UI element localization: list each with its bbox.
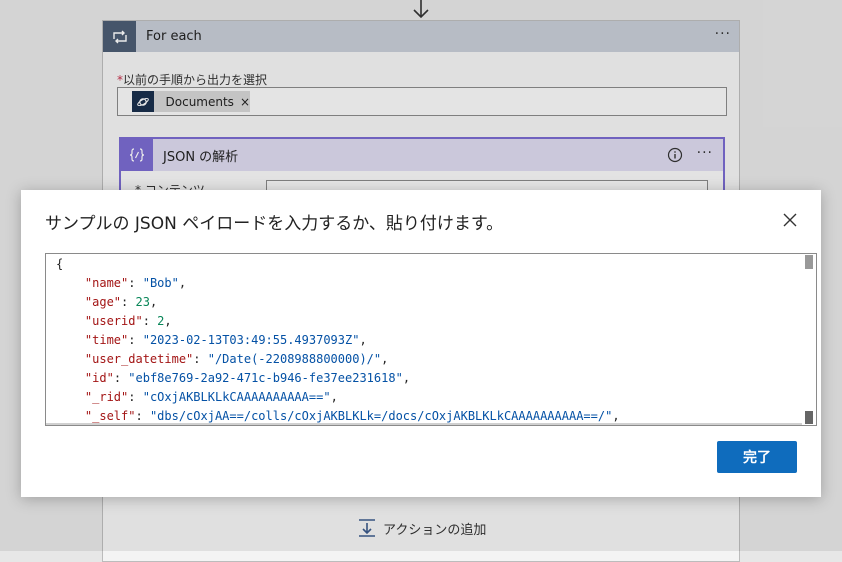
json-key: "time" — [84, 333, 129, 347]
select-output-label: *以前の手順から出力を選択 — [117, 71, 267, 88]
done-button[interactable]: 完了 — [717, 441, 797, 473]
parse-json-title: JSON の解析 — [163, 149, 239, 165]
token-label: Documents — [165, 94, 234, 109]
json-value: 23 — [135, 295, 150, 309]
json-key: "id" — [84, 371, 114, 385]
json-key: "user_datetime" — [84, 352, 194, 366]
add-action-icon — [359, 519, 375, 537]
foreach-header[interactable]: For each ··· — [103, 21, 739, 52]
json-key: "userid" — [84, 314, 143, 328]
foreach-title: For each — [146, 29, 202, 44]
info-icon[interactable] — [667, 147, 683, 163]
scroll-thumb[interactable] — [805, 411, 813, 424]
code-line: "user_datetime": "/Date(-2208988800000)/… — [84, 352, 389, 366]
select-output-field[interactable]: Documents × — [117, 87, 727, 116]
code-line: "name": "Bob", — [84, 276, 187, 290]
arrow-down-icon — [413, 0, 429, 19]
parse-json-header[interactable]: JSON の解析 ··· — [121, 139, 723, 171]
add-action-label: アクションの追加 — [383, 522, 487, 538]
json-value: "dbs/cOxjAA==/colls/cOxjAKBLKLk=/docs/cO… — [149, 409, 613, 423]
brace: { — [56, 257, 64, 271]
scroll-up-arrow[interactable] — [805, 255, 813, 269]
json-key: "age" — [84, 295, 122, 309]
code-line: "id": "ebf8e769-2a92-471c-b946-fe37ee231… — [84, 371, 411, 385]
close-icon[interactable] — [783, 213, 797, 227]
code-line: "_rid": "cOxjAKBLKLkCAAAAAAAAAA==", — [84, 390, 338, 404]
loop-icon — [103, 21, 136, 52]
code-line: "userid": 2, — [84, 314, 172, 328]
foreach-more-button[interactable]: ··· — [715, 26, 731, 42]
json-editor[interactable]: { "name": "Bob", "age": 23, "userid": 2,… — [45, 253, 817, 426]
json-key: "_rid" — [84, 390, 129, 404]
json-value: "ebf8e769-2a92-471c-b946-fe37ee231618" — [128, 371, 403, 385]
dialog-title: サンプルの JSON ペイロードを入力するか、貼り付けます。 — [45, 214, 504, 234]
cosmos-db-icon — [132, 91, 154, 112]
code-line: { — [56, 255, 806, 274]
editor-scrollbar[interactable] — [802, 254, 816, 425]
select-output-label-text: 以前の手順から出力を選択 — [123, 73, 268, 87]
json-value: "2023-02-13T03:49:55.4937093Z" — [142, 333, 360, 347]
add-action-button[interactable]: アクションの追加 — [357, 518, 486, 538]
json-value: 2 — [157, 314, 165, 328]
token-remove-icon[interactable]: × — [240, 95, 250, 109]
documents-token[interactable]: Documents × — [132, 91, 250, 112]
code-line: "time": "2023-02-13T03:49:55.4937093Z", — [84, 333, 367, 347]
json-value: "cOxjAKBLKLkCAAAAAAAAAA==" — [142, 390, 331, 404]
json-key: "name" — [84, 276, 129, 290]
json-key: "_self" — [84, 409, 136, 423]
json-value: "/Date(-2208988800000)/" — [207, 352, 382, 366]
sample-json-dialog: サンプルの JSON ペイロードを入力するか、貼り付けます。 { "name":… — [21, 190, 821, 497]
json-icon — [121, 139, 153, 171]
json-value: "Bob" — [142, 276, 179, 290]
parse-json-more-button[interactable]: ··· — [697, 145, 713, 161]
horizontal-scrollbar[interactable] — [46, 423, 802, 425]
json-code[interactable]: { "name": "Bob", "age": 23, "userid": 2,… — [46, 254, 806, 425]
code-line: "age": 23, — [84, 295, 158, 309]
